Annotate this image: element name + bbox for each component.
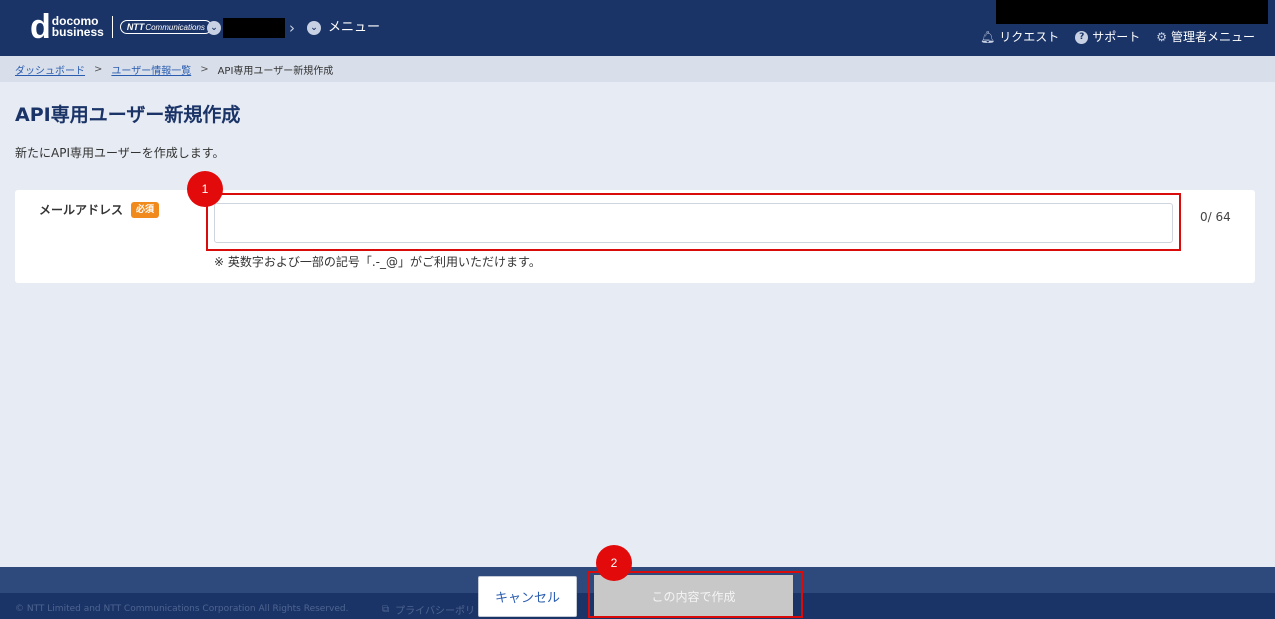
email-label: メールアドレス 必須 (39, 202, 160, 218)
cancel-button[interactable]: キャンセル (478, 576, 577, 617)
question-circle-icon: ? (1075, 30, 1089, 44)
support-link[interactable]: ? サポート (1075, 29, 1140, 45)
copyright-text: © NTT Limited and NTT Communications Cor… (15, 604, 349, 614)
breadcrumb-current: API専用ユーザー新規作成 (217, 65, 334, 77)
docomo-business-logo[interactable]: d docomo business NTTCommunications (30, 8, 212, 46)
privacy-policy-link[interactable]: ⧉ プライバシーポリ (382, 602, 475, 617)
email-label-text: メールアドレス (39, 203, 124, 217)
chevron-right-icon: › (289, 19, 295, 37)
page-title: API専用ユーザー新規作成 (15, 104, 241, 126)
required-badge: 必須 (131, 202, 160, 218)
admin-menu-label: 管理者メニュー (1170, 30, 1255, 44)
breadcrumb-separator: > (200, 63, 209, 75)
menu-dropdown[interactable]: ⌄ メニュー (307, 18, 380, 38)
ntt-logo-bold: NTT (126, 22, 145, 32)
privacy-policy-label: プライバシーポリ (395, 606, 475, 617)
email-hint: ※ 英数字および一部の記号「.-_@」がご利用いただけます。 (214, 255, 541, 269)
breadcrumb: ダッシュボード > ユーザー情報一覧 > API専用ユーザー新規作成 (0, 56, 1275, 82)
admin-menu-link[interactable]: ⚙ 管理者メニュー (1156, 29, 1255, 45)
character-counter: 0/ 64 (1200, 210, 1231, 224)
chevron-down-icon: ⌄ (307, 21, 321, 35)
breadcrumb-user-list[interactable]: ユーザー情報一覧 (111, 62, 191, 77)
external-link-icon: ⧉ (382, 604, 390, 615)
top-header: d docomo business NTTCommunications ⌄ › … (0, 0, 1275, 56)
logo-mark: d (30, 8, 51, 46)
create-button[interactable]: この内容で作成 (594, 575, 793, 618)
redacted-account-info (996, 0, 1268, 24)
request-label: リクエスト (999, 30, 1060, 44)
redacted-tenant-name (223, 18, 285, 38)
header-links: 🔔︎ リクエスト ? サポート ⚙ 管理者メニュー (980, 29, 1255, 45)
page-description: 新たにAPI専用ユーザーを作成します。 (15, 146, 225, 160)
breadcrumb-separator: > (94, 63, 103, 75)
breadcrumb-dashboard[interactable]: ダッシュボード (15, 62, 85, 77)
email-input[interactable] (214, 203, 1173, 243)
logo-divider (111, 16, 113, 38)
annotation-step-1-badge: 1 (187, 171, 223, 207)
menu-label: メニュー (328, 20, 381, 35)
logo-words: docomo business (51, 15, 104, 39)
tenant-selector[interactable]: ⌄ › (207, 18, 295, 38)
logo-line2: business (51, 25, 104, 39)
bell-icon: 🔔︎ (979, 30, 996, 44)
ntt-logo-text: Communications (145, 23, 205, 32)
chevron-down-icon: ⌄ (207, 21, 221, 35)
ntt-communications-logo: NTTCommunications (119, 20, 212, 34)
gear-icon: ⚙ (1156, 30, 1167, 44)
support-label: サポート (1092, 30, 1141, 44)
request-link[interactable]: 🔔︎ リクエスト (980, 29, 1059, 45)
annotation-step-2-badge: 2 (596, 545, 632, 581)
